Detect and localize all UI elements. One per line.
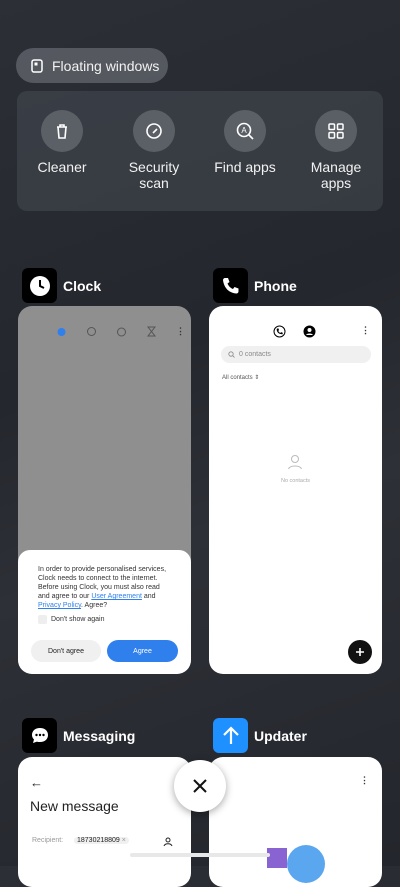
chevron-updown-icon: ⇕ [254, 375, 260, 381]
phone-more-menu-icon[interactable]: ⋮ [361, 325, 370, 336]
manage-apps-button[interactable]: Manage apps [291, 110, 381, 191]
dont-show-again-checkbox[interactable]: Don't show again [38, 615, 104, 624]
security-scan-label: Security scan [128, 159, 180, 191]
clock-tabs: ⋮ [56, 326, 185, 337]
floating-windows-label: Floating windows [52, 57, 160, 74]
updater-illustration-circle [287, 845, 325, 883]
search-apps-icon: A [224, 110, 266, 152]
timer-icon[interactable] [146, 326, 157, 337]
cleaner-button[interactable]: Cleaner [17, 110, 107, 175]
floating-window-icon [31, 58, 43, 73]
svg-text:A: A [241, 126, 247, 135]
cleaner-label: Cleaner [37, 159, 87, 175]
phone-app-header[interactable]: Phone [213, 268, 297, 303]
world-clock-icon[interactable] [86, 326, 97, 337]
alarm-icon[interactable] [56, 326, 67, 337]
recipient-chip[interactable]: 18730218809 × [74, 837, 129, 844]
home-indicator[interactable] [130, 853, 270, 857]
back-arrow-icon[interactable]: ← [30, 775, 43, 790]
phone-app-card[interactable]: ⋮ 0 contacts All contacts ⇕ No contacts [209, 306, 382, 674]
empty-contact-icon [288, 455, 302, 470]
security-scan-button[interactable]: Security scan [109, 110, 199, 191]
user-agreement-link[interactable]: User Agreement [91, 593, 142, 600]
recipient-label: Recipient: [32, 837, 64, 844]
updater-app-icon [213, 718, 248, 753]
updater-app-card[interactable]: ⋮ [209, 757, 382, 887]
agree-button[interactable]: Agree [107, 640, 178, 662]
contacts-tab-icon[interactable] [303, 325, 316, 338]
internet-consent-dialog: In order to provide personalised service… [18, 550, 191, 674]
plus-icon [356, 648, 364, 656]
consent-text: In order to provide personalised service… [38, 566, 167, 609]
trash-icon [41, 110, 83, 152]
no-contacts-text: No contacts [280, 478, 311, 484]
phone-app-name: Phone [254, 277, 297, 294]
find-apps-button[interactable]: A Find apps [200, 110, 290, 175]
manage-apps-label: Manage apps [310, 159, 362, 191]
clock-app-name: Clock [63, 277, 102, 294]
find-apps-label: Find apps [214, 159, 276, 175]
quick-actions-panel: Cleaner Security scan A Find apps Manage… [17, 91, 383, 211]
more-menu-icon[interactable]: ⋮ [176, 326, 185, 337]
clock-app-icon [22, 268, 57, 303]
new-message-title: New message [30, 798, 119, 814]
search-icon [228, 351, 235, 358]
checkbox-icon [38, 615, 47, 624]
search-placeholder: 0 contacts [239, 351, 271, 358]
messaging-app-icon [22, 718, 57, 753]
updater-more-menu-icon[interactable]: ⋮ [360, 775, 369, 786]
dont-agree-button[interactable]: Don't agree [31, 640, 101, 662]
add-contact-button[interactable] [348, 640, 372, 664]
messaging-app-card[interactable]: ← New message Recipient: 18730218809 × [18, 757, 191, 887]
contacts-filter-dropdown[interactable]: All contacts ⇕ [222, 374, 259, 381]
phone-tab-icon[interactable] [273, 325, 286, 338]
stopwatch-icon[interactable] [116, 326, 127, 337]
add-recipient-icon[interactable] [163, 837, 173, 847]
grid-icon [315, 110, 357, 152]
updater-app-name: Updater [254, 727, 307, 744]
close-icon [193, 779, 207, 793]
privacy-policy-link[interactable]: Privacy Policy [38, 602, 81, 609]
updater-illustration-square [267, 848, 287, 868]
messaging-app-header[interactable]: Messaging [22, 718, 135, 753]
clock-app-header[interactable]: Clock [22, 268, 101, 303]
messaging-app-name: Messaging [63, 727, 136, 744]
clear-all-button[interactable] [174, 760, 226, 812]
floating-windows-button[interactable]: Floating windows [16, 48, 168, 83]
dont-show-again-label: Don't show again [51, 616, 105, 623]
updater-app-header[interactable]: Updater [213, 718, 307, 753]
clock-app-card[interactable]: ⋮ In order to provide personalised servi… [18, 306, 191, 674]
contacts-search-input[interactable]: 0 contacts [221, 346, 371, 363]
phone-app-icon [213, 268, 248, 303]
shield-check-icon [133, 110, 175, 152]
